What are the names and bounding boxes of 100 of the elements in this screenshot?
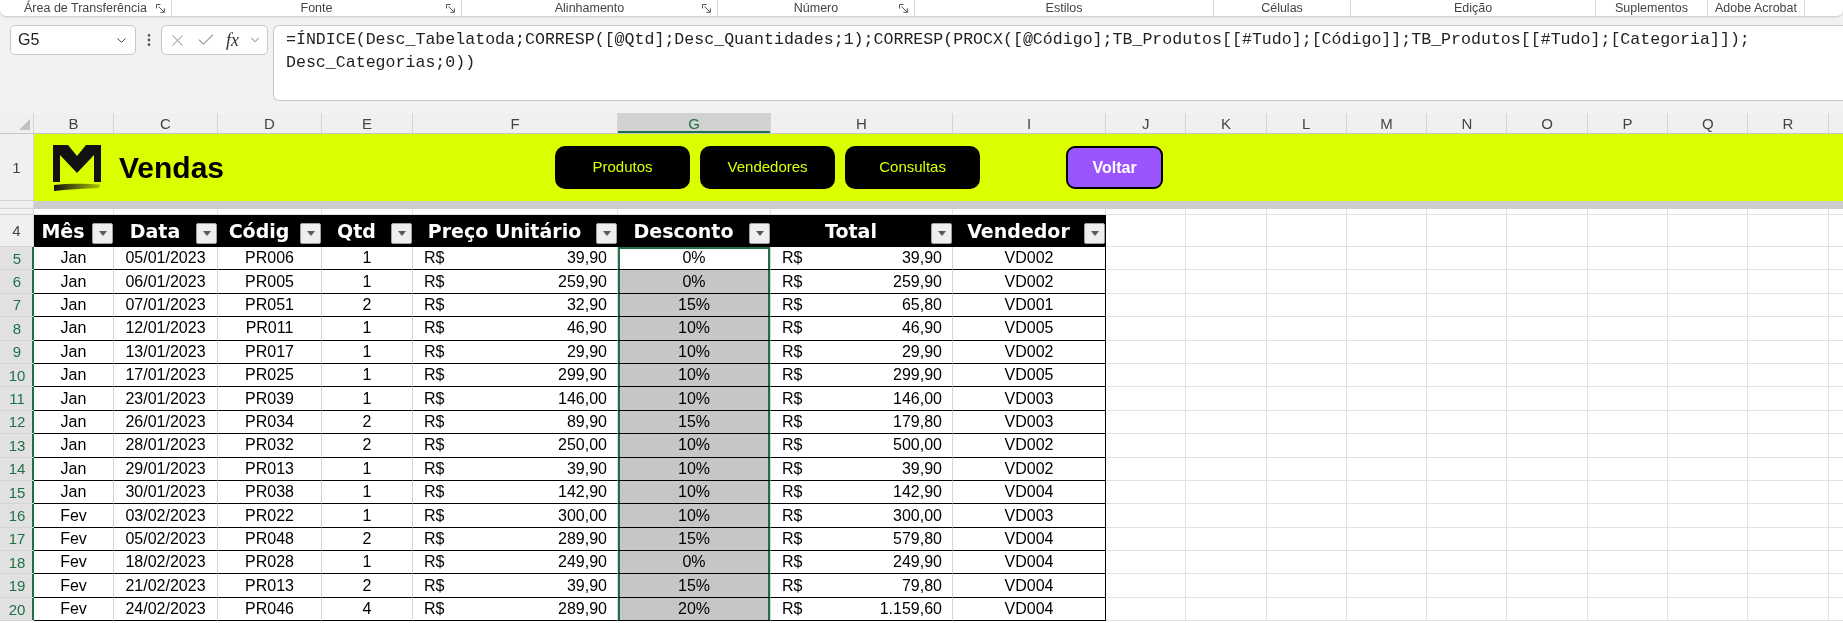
table-cell: 29/01/2023 <box>114 457 218 481</box>
currency-symbol: R$ <box>424 365 445 386</box>
formula-field[interactable]: =ÍNDICE(Desc_Tabelatoda;CORRESP([@Qtd];Desc_Quantidades;1);CORRESP(PROCX([@Código];TB_Produtos[[#Tudo];[Código]];TB_Produtos[[#Tudo];[Categoria]]);Desc_Categorias;0)) <box>273 25 1843 101</box>
caret-down-icon <box>937 231 946 236</box>
row-header[interactable]: 1 <box>0 134 34 201</box>
amount: 39,90 <box>901 458 942 479</box>
table-cell: VD003 <box>953 410 1106 435</box>
column-header[interactable]: I <box>953 113 1106 133</box>
nav-button[interactable]: Produtos <box>555 146 691 189</box>
column-header[interactable]: O <box>1507 113 1588 133</box>
corner-arrow-icon[interactable] <box>899 3 908 13</box>
table-cell: VD002 <box>953 340 1106 364</box>
column-header[interactable]: N <box>1427 113 1508 133</box>
table-cell: 0% <box>618 270 771 294</box>
table-cell: VD003 <box>953 387 1106 411</box>
currency-symbol: R$ <box>782 552 803 573</box>
table-cell: 10% <box>618 363 771 388</box>
table-cell: 1 <box>322 387 413 411</box>
filter-button[interactable] <box>300 223 321 244</box>
filter-button[interactable] <box>749 223 770 244</box>
column-header[interactable]: Q <box>1668 113 1749 133</box>
table-cell: 0% <box>618 247 771 271</box>
header-label: Mês <box>40 221 86 241</box>
table-cell: PR005 <box>218 270 322 294</box>
amount: 146,00 <box>558 388 607 409</box>
amount: 300,00 <box>893 505 942 526</box>
ribbon-group-label: Suplementos <box>1615 0 1688 16</box>
column-header[interactable]: R <box>1748 113 1829 133</box>
amount: 46,90 <box>566 318 607 339</box>
ribbon-group-label: Área de Transferência <box>24 0 147 16</box>
table-cell: 2 <box>322 410 413 435</box>
row-header[interactable]: 9 <box>0 340 34 364</box>
name-box[interactable]: G5 <box>10 25 136 55</box>
column-header[interactable]: K <box>1186 113 1267 133</box>
function-button[interactable]: fx <box>225 28 240 52</box>
row-header[interactable]: 10 <box>0 363 34 388</box>
table-cell: PR013 <box>218 574 322 598</box>
column-header[interactable]: M <box>1346 113 1428 133</box>
table-cell: 06/01/2023 <box>114 270 218 294</box>
column-header[interactable]: H <box>771 113 953 133</box>
currency-symbol: R$ <box>424 411 445 432</box>
column-header[interactable]: P <box>1587 113 1669 133</box>
table-cell: VD004 <box>953 480 1106 505</box>
row-header[interactable]: 16 <box>0 504 34 528</box>
row-header[interactable]: 15 <box>0 480 34 505</box>
table-cell: 20% <box>618 597 771 622</box>
table-cell: 1 <box>322 551 413 575</box>
row-header[interactable]: 13 <box>0 434 34 458</box>
row-header[interactable]: 4 <box>0 215 34 247</box>
amount: 259,90 <box>893 271 942 292</box>
corner-arrow-icon[interactable] <box>446 3 455 13</box>
back-button[interactable]: Voltar <box>1066 146 1164 189</box>
table-cell: VD005 <box>953 317 1106 341</box>
row-header[interactable]: 19 <box>0 574 34 598</box>
nav-button[interactable]: Consultas <box>845 146 981 189</box>
table-cell: VD004 <box>953 597 1106 622</box>
row-header[interactable]: 7 <box>0 293 34 318</box>
amount: 300,00 <box>558 505 607 526</box>
table-cell: 2 <box>322 434 413 458</box>
currency-symbol: R$ <box>424 505 445 526</box>
column-header[interactable]: E <box>322 113 413 133</box>
column-header[interactable]: C <box>114 113 218 133</box>
row-header[interactable]: 5 <box>0 247 34 271</box>
header-label: Desconto <box>632 221 735 241</box>
corner-arrow-icon[interactable] <box>156 3 165 13</box>
filter-button[interactable] <box>931 223 952 244</box>
table-cell: 12/01/2023 <box>114 317 218 341</box>
filter-button[interactable] <box>196 223 217 244</box>
table-cell: 15% <box>618 574 771 598</box>
row-header[interactable]: 8 <box>0 317 34 341</box>
row-header[interactable]: 6 <box>0 270 34 294</box>
row-header[interactable]: 12 <box>0 410 34 435</box>
currency-symbol: R$ <box>424 458 445 479</box>
row-header[interactable]: 20 <box>0 597 34 622</box>
column-header[interactable]: L <box>1266 113 1347 133</box>
filter-button[interactable] <box>1084 223 1105 244</box>
filter-button[interactable] <box>92 223 113 244</box>
row-header[interactable]: 18 <box>0 551 34 575</box>
table-cell: 24/02/2023 <box>114 597 218 622</box>
nav-button[interactable]: Vendedores <box>700 146 836 189</box>
column-header[interactable]: D <box>218 113 322 133</box>
row-header[interactable]: 14 <box>0 457 34 481</box>
corner-arrow-icon[interactable] <box>702 3 711 13</box>
row-header[interactable]: 11 <box>0 387 34 411</box>
currency-symbol: R$ <box>782 365 803 386</box>
table-cell: Jan <box>34 387 114 411</box>
row-header[interactable]: 17 <box>0 527 34 552</box>
table-cell: Jan <box>34 247 114 271</box>
filter-button[interactable] <box>391 223 412 244</box>
amount: 179,80 <box>893 411 942 432</box>
ribbon-group-label: Adobe Acrobat <box>1715 0 1797 16</box>
table-cell: PR038 <box>218 480 322 505</box>
ribbon-group-label: Número <box>793 0 839 16</box>
table-cell: VD001 <box>953 293 1106 318</box>
column-header[interactable]: B <box>34 113 114 133</box>
column-header[interactable]: J <box>1106 113 1187 133</box>
column-header[interactable]: G <box>618 113 771 133</box>
table-cell: Jan <box>34 410 114 435</box>
table-cell: 10% <box>618 340 771 364</box>
filter-button[interactable] <box>596 223 617 244</box>
